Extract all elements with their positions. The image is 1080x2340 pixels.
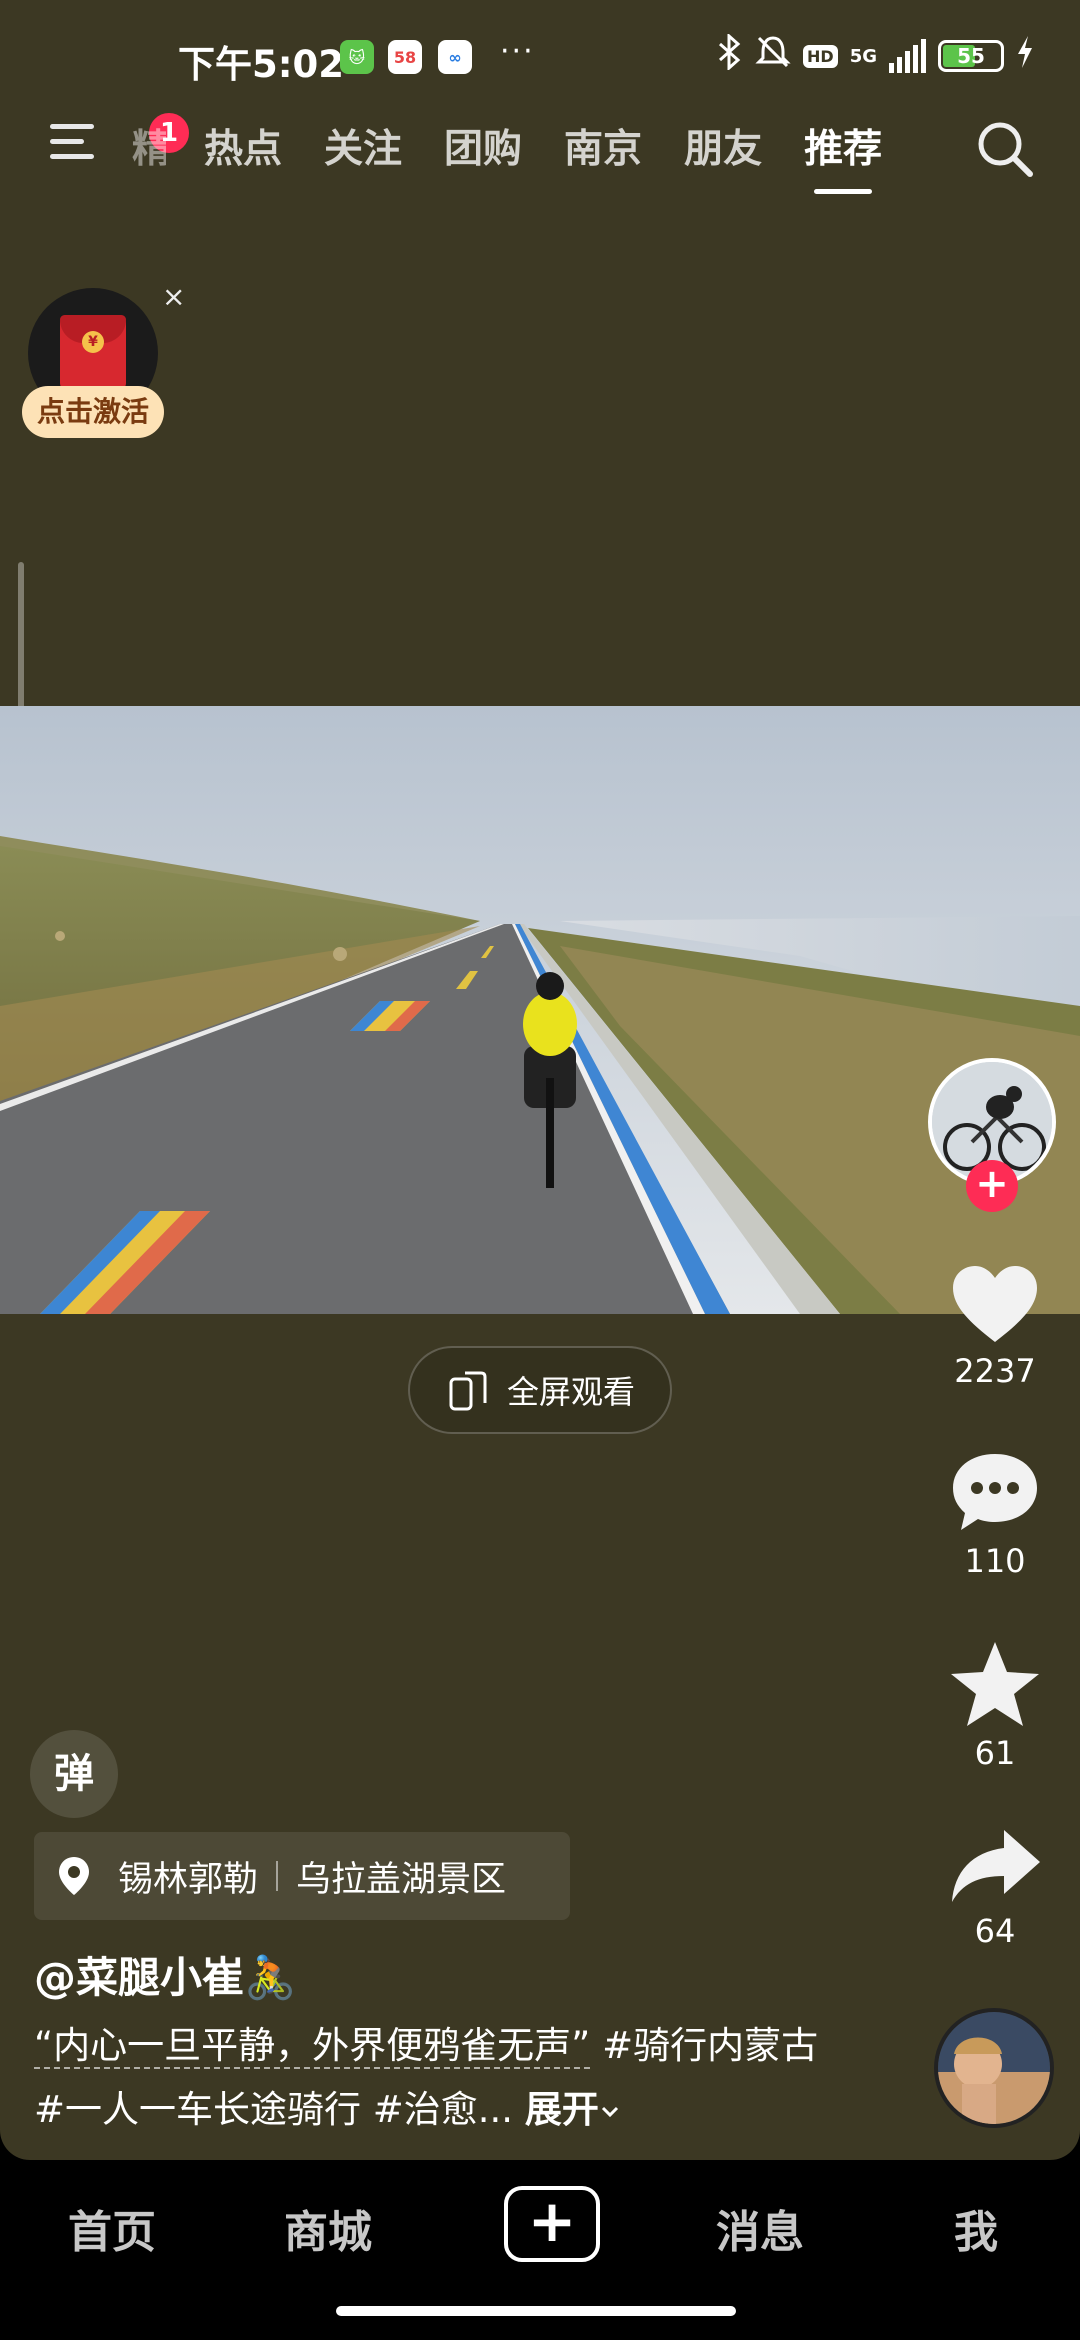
red-packet-label: 点击激活 <box>22 386 164 438</box>
bluetooth-icon <box>717 32 743 78</box>
comment-count: 110 <box>964 1542 1026 1580</box>
chevron-down-icon <box>601 2106 618 2118</box>
close-icon[interactable]: × <box>162 280 185 313</box>
notification-58-icon: 58 <box>388 40 422 74</box>
share-count: 64 <box>974 1912 1016 1950</box>
charging-icon <box>1016 36 1034 76</box>
status-time: 下午5:02 <box>178 43 345 86</box>
home-indicator[interactable] <box>336 2306 736 2316</box>
comment-button[interactable]: 110 <box>920 1450 1070 1580</box>
music-disc[interactable] <box>934 2008 1054 2128</box>
nav-me[interactable]: 我 <box>954 2196 998 2260</box>
mute-bell-icon <box>755 34 791 78</box>
tab-recommended[interactable]: 推荐 <box>804 118 882 194</box>
rotate-screen-icon <box>449 1371 487 1411</box>
favorite-button[interactable]: 61 <box>920 1640 1070 1772</box>
follow-button[interactable]: + <box>966 1160 1018 1212</box>
side-scroll-indicator <box>18 562 24 714</box>
tab-following[interactable]: 关注 <box>324 118 402 174</box>
status-bar: 下午5:02 🐱 58 ∞ ··· HD 5G 55 <box>0 0 1080 110</box>
danmu-button[interactable]: 弹 <box>30 1730 118 1818</box>
nav-messages[interactable]: 消息 <box>716 2196 804 2260</box>
fullscreen-button[interactable]: 全屏观看 <box>408 1346 672 1434</box>
menu-button[interactable]: 1 <box>50 110 192 180</box>
location-place: 乌拉盖湖景区 <box>296 1859 507 1900</box>
bottom-nav: 首页 商城 + 消息 我 <box>0 2160 1080 2340</box>
expand-button[interactable]: 展开 <box>525 2088 621 2131</box>
signal-icon <box>889 39 926 73</box>
red-packet-widget[interactable]: × 点击激活 <box>22 280 185 448</box>
star-icon <box>951 1642 1039 1726</box>
location-divider <box>276 1861 279 1891</box>
location-pin-icon <box>59 1857 89 1895</box>
network-label: 5G <box>849 45 877 67</box>
feed-tabs: 精选 热点 关注 团购 南京 朋友 推荐 <box>132 118 924 194</box>
author-name[interactable]: @菜腿小崔🚴 <box>34 1944 296 2005</box>
caption-quote: “内心一旦平静，外界便鸦雀无声” <box>34 2024 591 2069</box>
tab-group-buy[interactable]: 团购 <box>444 118 522 174</box>
comment-icon <box>953 1454 1037 1530</box>
like-button[interactable]: 2237 <box>920 1262 1070 1390</box>
hd-icon: HD <box>803 44 838 68</box>
tab-hot[interactable]: 热点 <box>204 118 282 174</box>
video-caption[interactable]: “内心一旦平静，外界便鸦雀无声” #骑行内蒙古 #一人一车长途骑行 #治愈...… <box>34 2014 834 2142</box>
nav-mall[interactable]: 商城 <box>284 2196 372 2260</box>
tab-featured[interactable]: 精选 <box>132 118 166 174</box>
status-icons: HD 5G 55 <box>717 32 1034 78</box>
battery-icon: 55 <box>938 40 1004 72</box>
fullscreen-label: 全屏观看 <box>506 1373 635 1411</box>
share-arrow-icon <box>952 1830 1040 1902</box>
share-button[interactable]: 64 <box>920 1826 1070 1950</box>
notification-app-icon: 🐱 <box>340 40 374 74</box>
search-icon[interactable] <box>974 118 1036 180</box>
top-nav: 1 精选 热点 关注 团购 南京 朋友 推荐 <box>0 110 1080 210</box>
favorite-count: 61 <box>974 1734 1016 1772</box>
location-city: 锡林郭勒 <box>118 1859 259 1900</box>
screen: 下午5:02 🐱 58 ∞ ··· HD 5G 55 1 精 热点 关注 团购 … <box>0 0 1080 2160</box>
battery-level: 55 <box>957 44 985 68</box>
heart-icon <box>953 1266 1037 1342</box>
expand-label: 展开 <box>524 2088 599 2131</box>
location-chip[interactable]: 锡林郭勒 乌拉盖湖景区 <box>34 1832 570 1920</box>
like-count: 2237 <box>954 1352 1036 1390</box>
nav-home[interactable]: 首页 <box>68 2196 156 2260</box>
create-button[interactable]: + <box>504 2186 600 2262</box>
notification-link-icon: ∞ <box>438 40 472 74</box>
tab-friends[interactable]: 朋友 <box>684 118 762 174</box>
tab-nanjing[interactable]: 南京 <box>564 118 642 174</box>
more-notifications-icon: ··· <box>500 34 535 69</box>
video-player[interactable] <box>0 706 1080 1314</box>
